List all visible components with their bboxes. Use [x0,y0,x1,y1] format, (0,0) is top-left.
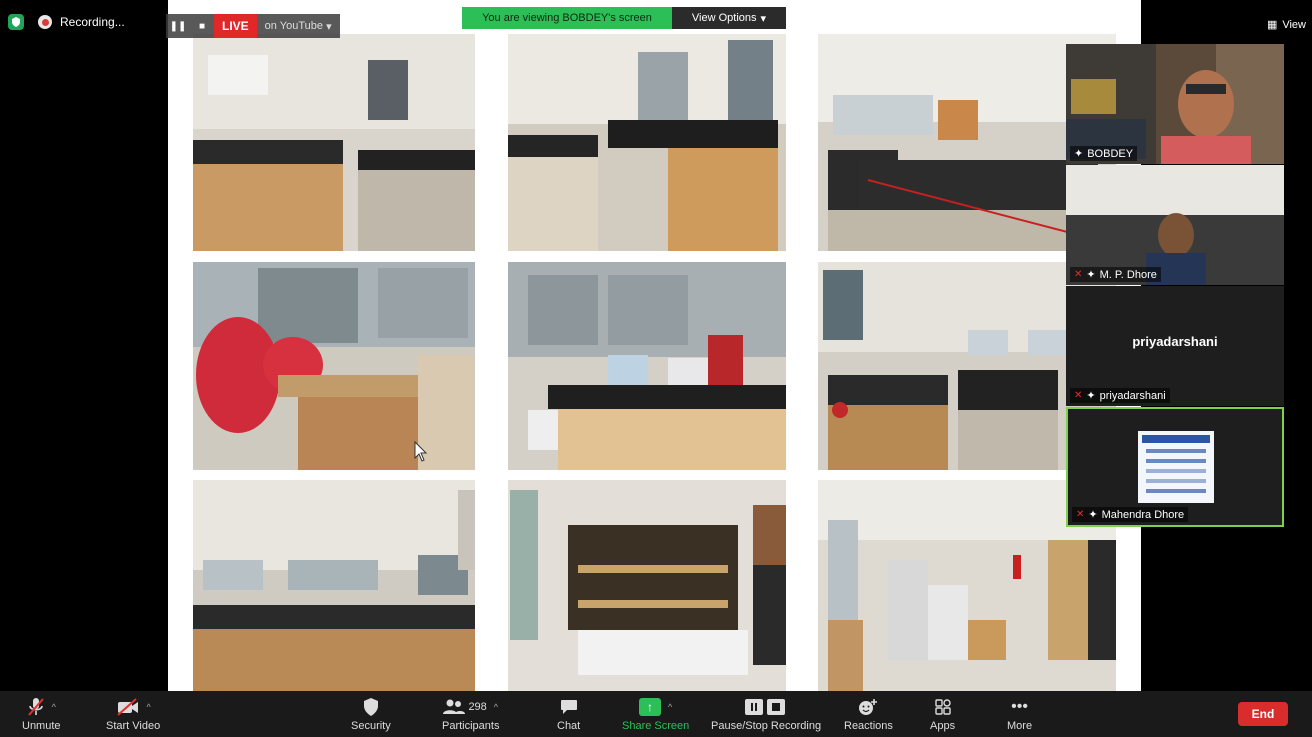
security-button[interactable]: Security [351,691,391,737]
chevron-up-icon[interactable]: ^ [494,702,498,712]
participant-name-tag: ✕ ✦ M. P. Dhore [1070,267,1161,282]
apps-button[interactable]: Apps [930,691,955,737]
participant-display-name: priyadarshani [1132,334,1218,349]
zoom-meeting-window: Recording... ❚❚ ■ LIVE on YouTube ▾ You … [0,0,1312,737]
lab-photo-8 [508,480,786,691]
video-off-icon [116,698,138,716]
chat-button[interactable]: Chat [557,691,580,737]
security-label: Security [351,720,391,732]
view-options-label: View Options [691,12,757,24]
shared-screen [168,0,1141,691]
people-icon [443,699,466,714]
recording-dot-icon [38,15,52,29]
participant-name: Mahendra Dhore [1101,508,1185,521]
lab-photo-5 [508,262,786,470]
participant-tile[interactable]: ✕ ✦ M. P. Dhore [1066,165,1284,285]
chat-bubble-icon [560,700,577,714]
participant-name: priyadarshani [1099,389,1166,402]
lab-photo-4 [193,262,475,470]
participant-name-tag: ✕ ✦ priyadarshani [1070,388,1170,403]
mic-muted-icon: ✕ [1074,390,1083,401]
participant-tile-active-speaker[interactable]: ✕ ✦ Mahendra Dhore [1066,407,1284,527]
view-button[interactable]: ▦ View [1266,18,1306,32]
mic-muted-icon: ✕ [1074,269,1083,280]
start-video-button[interactable]: ^ Start Video [106,691,160,737]
meeting-status: Recording... [8,14,125,30]
lab-photo-1 [193,34,475,251]
lab-photo-7 [193,480,475,691]
chevron-up-icon[interactable]: ^ [147,702,151,712]
reactions-label: Reactions [844,720,893,732]
share-screen-label: Share Screen [622,720,690,732]
pin-icon: ✦ [1074,148,1084,160]
share-screen-button[interactable]: ↑ ^ Share Screen [622,691,689,737]
security-shield-icon [363,698,378,716]
participant-gallery: ✦ BOBDEY ✕ ✦ M. P. Dhore priyadarshani ✕ [1066,44,1284,527]
apps-icon [934,699,951,715]
mic-muted-icon [27,698,44,716]
recording-controls: ❚❚ ■ LIVE on YouTube ▾ [166,14,340,38]
pin-icon: ✦ [1086,390,1096,402]
participants-label: Participants [442,720,500,732]
participants-button[interactable]: 298 ^ Participants [442,691,499,737]
live-badge[interactable]: LIVE [214,14,257,38]
live-target-label: on YouTube [264,20,323,32]
share-screen-arrow-icon: ↑ [639,698,662,716]
apps-label: Apps [930,720,956,732]
more-label: More [1007,720,1033,732]
viewing-banner: You are viewing BOBDEY's screen View Opt… [462,7,786,29]
chevron-down-icon: ▾ [760,12,767,25]
unmute-button[interactable]: ^ Unmute [22,691,61,737]
pause-stop-icons [745,699,786,715]
lab-photo-2 [508,34,786,251]
security-shield-icon[interactable] [8,14,24,30]
pause-stop-label: Pause/Stop Recording [711,720,822,732]
start-video-label: Start Video [106,720,161,732]
meeting-toolbar: ^ Unmute ^ Start Video Security 298 ^ Pa… [0,691,1312,737]
chevron-up-icon[interactable]: ^ [668,702,672,712]
pin-icon: ✦ [1086,269,1096,281]
participants-count: 298 [468,701,487,713]
stop-recording-button[interactable]: ■ [190,14,214,38]
viewing-message: You are viewing BOBDEY's screen [462,7,672,29]
participant-name: M. P. Dhore [1099,268,1157,281]
mic-muted-icon: ✕ [1076,509,1085,520]
participant-name-tag: ✦ BOBDEY [1070,146,1138,161]
ellipsis-icon: ••• [1011,698,1028,715]
view-label: View [1282,18,1306,31]
reactions-button[interactable]: Reactions [844,691,893,737]
participant-name-tag: ✕ ✦ Mahendra Dhore [1072,507,1189,522]
end-meeting-button[interactable]: End [1238,702,1288,726]
grid-view-icon: ▦ [1266,19,1278,31]
participant-tile[interactable]: priyadarshani ✕ ✦ priyadarshani [1066,286,1284,406]
pause-stop-recording-button[interactable]: Pause/Stop Recording [711,691,821,737]
participant-tile[interactable]: ✦ BOBDEY [1066,44,1284,164]
recording-status: Recording... [60,15,125,29]
lab-photo-collage [168,0,1141,691]
smiley-plus-icon [859,699,878,715]
chevron-down-icon: ▾ [326,20,332,33]
participant-name: BOBDEY [1087,147,1134,160]
live-target-dropdown[interactable]: on YouTube ▾ [257,14,340,38]
pause-recording-button[interactable]: ❚❚ [166,14,190,38]
view-options-button[interactable]: View Options ▾ [672,7,786,29]
more-button[interactable]: ••• More [1007,691,1032,737]
chevron-up-icon[interactable]: ^ [52,702,56,712]
unmute-label: Unmute [22,720,61,732]
chat-label: Chat [557,720,581,732]
pin-icon: ✦ [1088,509,1098,521]
